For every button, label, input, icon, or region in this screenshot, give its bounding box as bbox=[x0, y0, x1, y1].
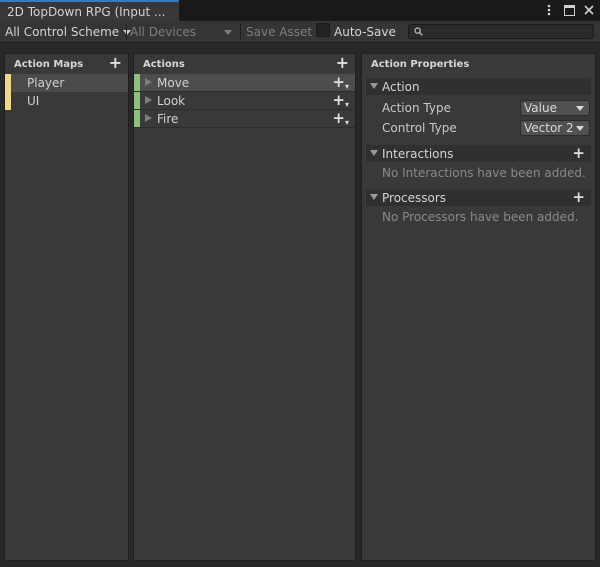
search-input[interactable] bbox=[425, 25, 591, 38]
interactions-empty-message: No Interactions have been added. bbox=[382, 166, 586, 180]
action-maps-header: Action Maps + bbox=[5, 54, 128, 74]
control-type-value: Vector 2 bbox=[524, 121, 574, 135]
processors-section-header[interactable]: Processors + bbox=[366, 189, 591, 206]
more-options-icon[interactable] bbox=[542, 2, 556, 18]
expand-triangle-icon[interactable] bbox=[145, 78, 152, 86]
add-action-map-button[interactable]: + bbox=[109, 55, 122, 71]
action-section-header[interactable]: Action bbox=[366, 78, 591, 95]
auto-save-checkbox[interactable] bbox=[316, 23, 330, 37]
input-actions-tab[interactable]: 2D TopDown RPG (Input ... bbox=[0, 0, 179, 21]
processors-section-title: Processors bbox=[382, 190, 447, 205]
action-properties-title: Action Properties bbox=[371, 58, 470, 70]
collapse-triangle-icon bbox=[370, 194, 378, 200]
action-item[interactable]: Fire +▾ bbox=[134, 110, 355, 128]
collapse-triangle-icon bbox=[370, 150, 378, 156]
control-type-label: Control Type bbox=[382, 121, 457, 135]
map-color-stripe bbox=[5, 92, 11, 110]
auto-save-label: Auto-Save bbox=[334, 23, 396, 41]
add-action-button[interactable]: + bbox=[336, 55, 349, 71]
action-item[interactable]: Move +▾ bbox=[134, 74, 355, 92]
processors-empty-message: No Processors have been added. bbox=[382, 210, 579, 224]
action-type-row: Action Type Value bbox=[362, 98, 595, 118]
control-type-row: Control Type Vector 2 bbox=[362, 118, 595, 138]
actions-title: Actions bbox=[143, 58, 185, 70]
search-icon bbox=[414, 27, 423, 36]
action-type-dropdown[interactable]: Value bbox=[520, 100, 590, 116]
chevron-down-icon bbox=[576, 126, 584, 131]
action-maps-title: Action Maps bbox=[14, 58, 84, 70]
devices-label: All Devices bbox=[130, 25, 196, 39]
add-interaction-button[interactable]: + bbox=[572, 145, 585, 161]
action-map-label: UI bbox=[27, 94, 40, 108]
maximize-icon[interactable] bbox=[562, 2, 576, 18]
auto-save-text: Auto-Save bbox=[334, 25, 396, 39]
action-map-label: Player bbox=[27, 76, 65, 90]
chevron-down-icon bbox=[576, 106, 584, 111]
add-processor-button[interactable]: + bbox=[572, 189, 585, 205]
interactions-section-title: Interactions bbox=[382, 146, 454, 161]
action-color-stripe bbox=[134, 92, 140, 109]
map-color-stripe bbox=[5, 74, 11, 92]
action-item[interactable]: Look +▾ bbox=[134, 92, 355, 110]
interactions-section-header[interactable]: Interactions + bbox=[366, 145, 591, 162]
toolbar: All Control Scheme All Devices Save Asse… bbox=[0, 21, 600, 43]
editor-tab-bar: 2D TopDown RPG (Input ... bbox=[0, 0, 600, 21]
tab-title: 2D TopDown RPG (Input ... bbox=[7, 5, 166, 19]
save-asset-button[interactable]: Save Asset bbox=[246, 23, 312, 41]
action-properties-panel: Action Properties Action Action Type Val… bbox=[361, 53, 596, 561]
chevron-down-icon bbox=[224, 30, 232, 35]
control-type-dropdown[interactable]: Vector 2 bbox=[520, 120, 590, 136]
action-maps-panel: Action Maps + Player UI bbox=[4, 53, 129, 561]
control-scheme-label: All Control Scheme bbox=[5, 25, 120, 39]
actions-panel: Actions + Move +▾ Look +▾ Fire +▾ bbox=[133, 53, 356, 561]
action-type-label: Action Type bbox=[382, 101, 451, 115]
toolbar-divider bbox=[240, 24, 241, 40]
toolbar-divider bbox=[126, 24, 127, 40]
action-properties-header: Action Properties bbox=[362, 54, 595, 74]
action-color-stripe bbox=[134, 74, 140, 91]
actions-header: Actions + bbox=[134, 54, 355, 74]
action-map-item[interactable]: UI bbox=[5, 92, 128, 110]
close-icon[interactable] bbox=[582, 2, 596, 18]
action-type-value: Value bbox=[524, 101, 557, 115]
tab-tools bbox=[542, 2, 596, 18]
expand-triangle-icon[interactable] bbox=[145, 114, 152, 122]
add-binding-button[interactable]: +▾ bbox=[332, 110, 349, 129]
devices-dropdown[interactable]: All Devices bbox=[130, 23, 234, 41]
expand-triangle-icon[interactable] bbox=[145, 96, 152, 104]
action-label: Look bbox=[157, 93, 186, 108]
action-color-stripe bbox=[134, 110, 140, 127]
action-label: Fire bbox=[157, 111, 179, 126]
action-map-item[interactable]: Player bbox=[5, 74, 128, 92]
action-label: Move bbox=[157, 75, 190, 90]
collapse-triangle-icon bbox=[370, 83, 378, 89]
search-field[interactable] bbox=[408, 24, 594, 39]
action-section-title: Action bbox=[382, 79, 420, 94]
save-asset-label: Save Asset bbox=[246, 25, 313, 39]
control-scheme-dropdown[interactable]: All Control Scheme bbox=[5, 23, 132, 41]
